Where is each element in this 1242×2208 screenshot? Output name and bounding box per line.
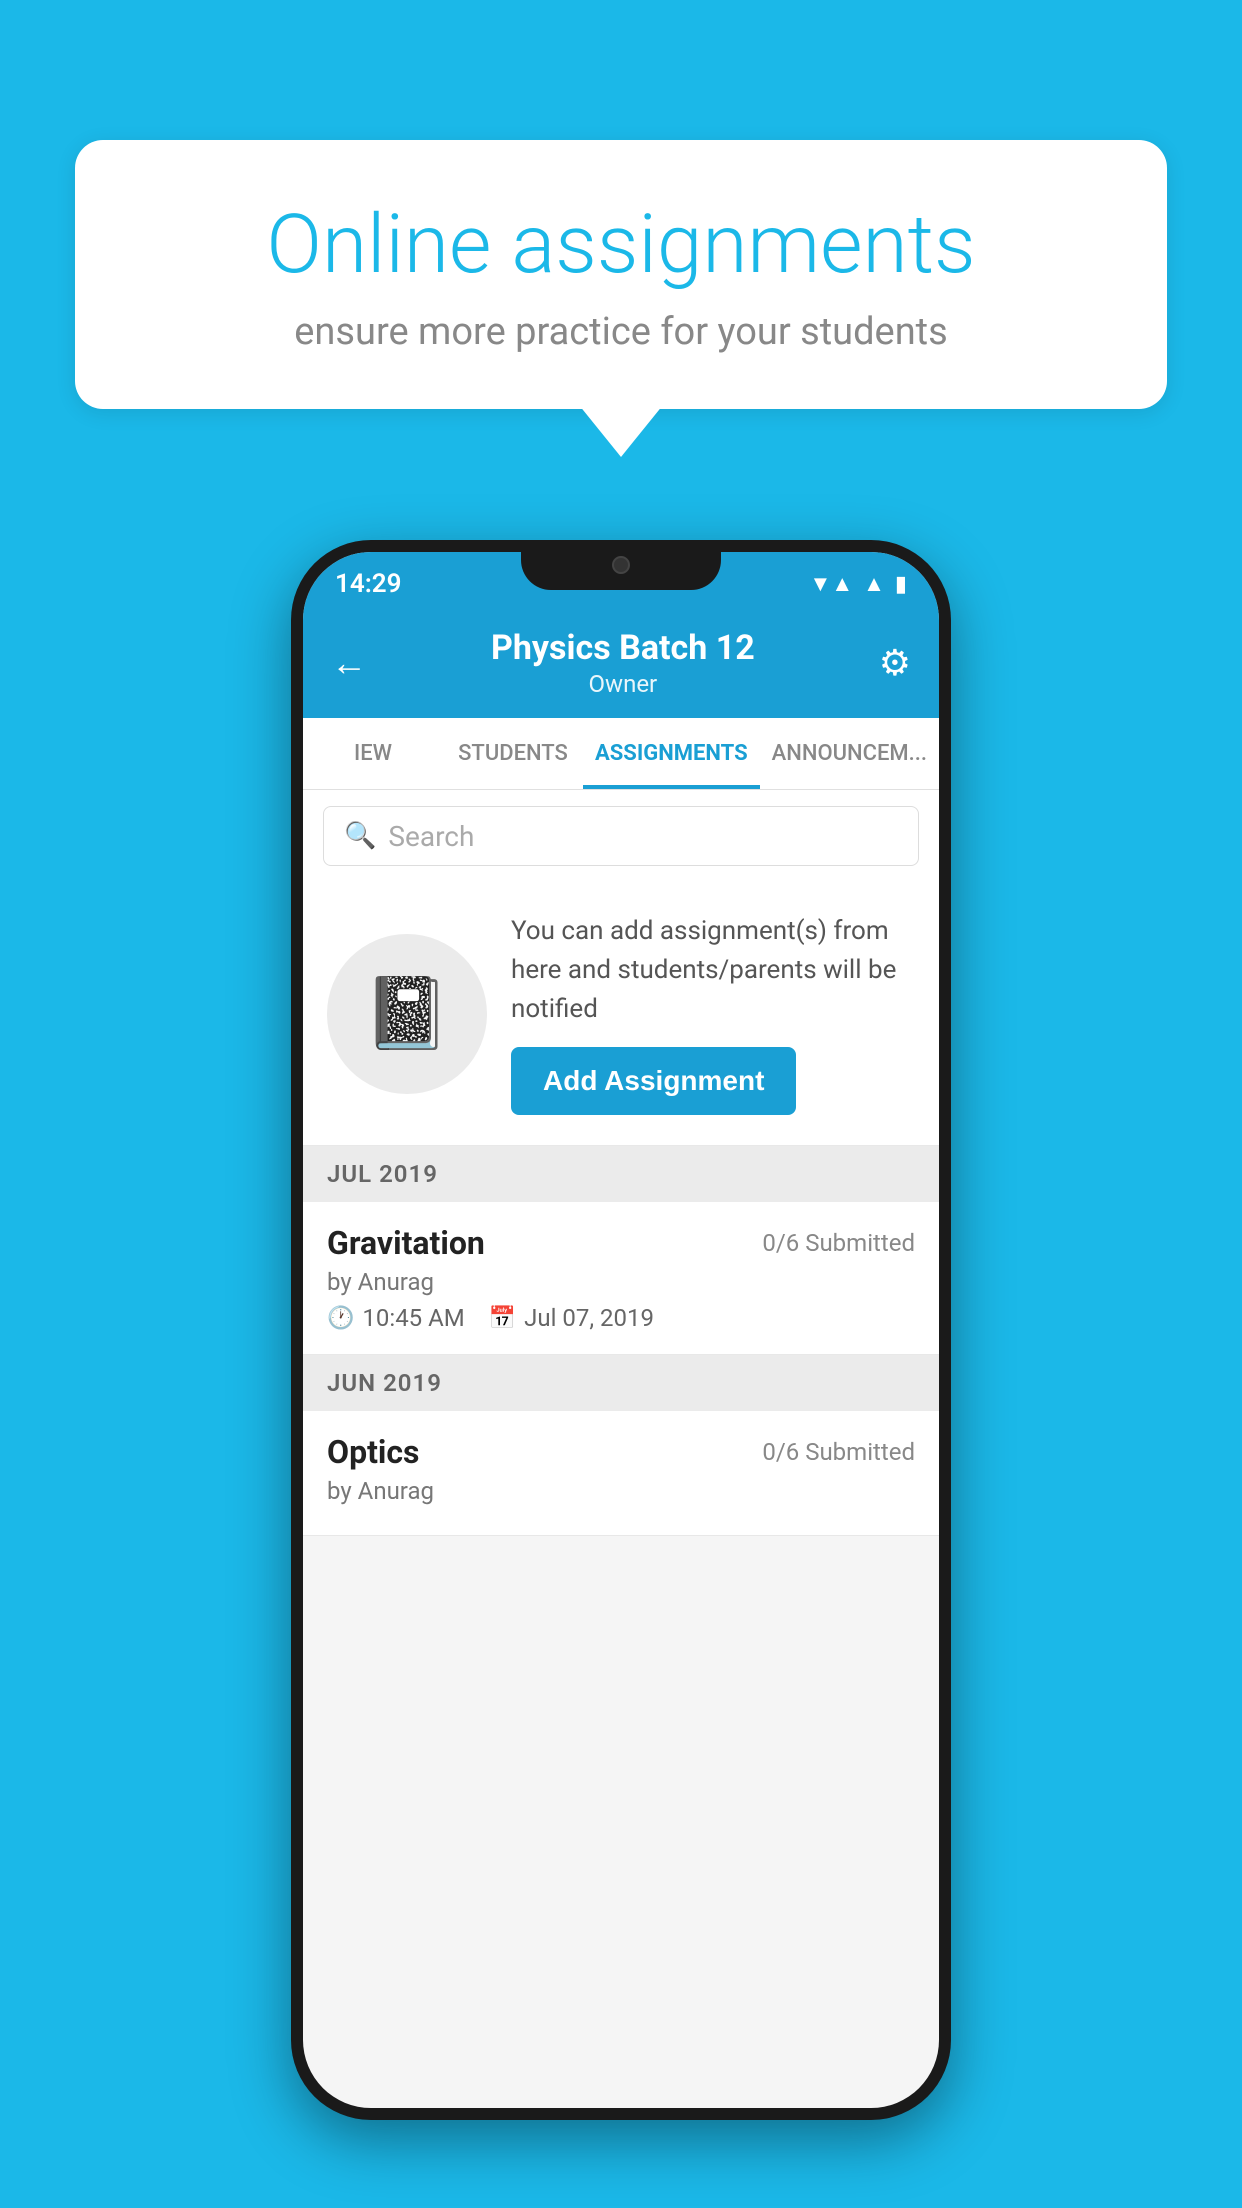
assignment-item-gravitation[interactable]: Gravitation 0/6 Submitted by Anurag 🕐 10… <box>303 1202 939 1355</box>
add-assignment-content: You can add assignment(s) from here and … <box>511 912 915 1115</box>
tab-bar: IEW STUDENTS ASSIGNMENTS ANNOUNCEM... <box>303 718 939 790</box>
signal-icon: ▲ <box>863 571 885 597</box>
add-assignment-section: 📓 You can add assignment(s) from here an… <box>303 882 939 1146</box>
assignment-author-gravitation: by Anurag <box>327 1268 915 1296</box>
phone-notch <box>521 540 721 590</box>
assignment-date-gravitation: 📅 Jul 07, 2019 <box>489 1304 654 1332</box>
tab-announcements[interactable]: ANNOUNCEM... <box>760 718 939 789</box>
tab-assignments[interactable]: ASSIGNMENTS <box>583 718 760 789</box>
search-placeholder: Search <box>388 820 474 853</box>
header-subtitle: Owner <box>367 670 879 698</box>
calendar-icon: 📅 <box>489 1306 516 1331</box>
assignment-row1-optics: Optics 0/6 Submitted <box>327 1433 915 1471</box>
assignment-time-gravitation: 🕐 10:45 AM <box>327 1304 465 1332</box>
phone-frame: 14:29 ▼▲ ▲ ▮ ← Physics Batch 12 Owner ⚙ <box>291 540 951 2120</box>
battery-icon: ▮ <box>895 572 907 597</box>
camera-dot <box>612 556 630 574</box>
assignment-row1: Gravitation 0/6 Submitted <box>327 1224 915 1262</box>
assignment-submitted-optics: 0/6 Submitted <box>762 1438 915 1466</box>
add-assignment-button[interactable]: Add Assignment <box>511 1047 796 1115</box>
assignment-name-optics: Optics <box>327 1433 419 1471</box>
assignment-author-optics: by Anurag <box>327 1477 915 1505</box>
section-label-jun: JUN 2019 <box>327 1369 442 1397</box>
assignment-icon-circle: 📓 <box>327 934 487 1094</box>
assignment-item-optics[interactable]: Optics 0/6 Submitted by Anurag <box>303 1411 939 1536</box>
assignment-name-gravitation: Gravitation <box>327 1224 485 1262</box>
tab-iew[interactable]: IEW <box>303 718 443 789</box>
speech-bubble-title: Online assignments <box>145 200 1097 290</box>
search-icon: 🔍 <box>344 821 376 851</box>
section-header-jun: JUN 2019 <box>303 1355 939 1411</box>
tab-students[interactable]: STUDENTS <box>443 718 583 789</box>
phone-wrapper: 14:29 ▼▲ ▲ ▮ ← Physics Batch 12 Owner ⚙ <box>291 540 951 2120</box>
back-button[interactable]: ← <box>331 642 367 684</box>
settings-icon[interactable]: ⚙ <box>879 642 911 684</box>
section-label-jul: JUL 2019 <box>327 1160 438 1188</box>
clock-icon: 🕐 <box>327 1306 354 1331</box>
assignment-submitted-gravitation: 0/6 Submitted <box>762 1229 915 1257</box>
status-time: 14:29 <box>335 569 402 599</box>
status-icons: ▼▲ ▲ ▮ <box>810 571 907 597</box>
speech-bubble-subtitle: ensure more practice for your students <box>145 310 1097 354</box>
speech-bubble-container: Online assignments ensure more practice … <box>75 140 1167 409</box>
app-header: ← Physics Batch 12 Owner ⚙ <box>303 608 939 718</box>
header-title: Physics Batch 12 <box>367 628 879 668</box>
wifi-icon: ▼▲ <box>810 571 854 597</box>
notebook-icon: 📓 <box>363 973 450 1055</box>
speech-bubble: Online assignments ensure more practice … <box>75 140 1167 409</box>
header-center: Physics Batch 12 Owner <box>367 628 879 698</box>
section-header-jul: JUL 2019 <box>303 1146 939 1202</box>
search-bar[interactable]: 🔍 Search <box>323 806 919 866</box>
search-container: 🔍 Search <box>303 790 939 882</box>
add-assignment-text: You can add assignment(s) from here and … <box>511 912 915 1029</box>
assignment-meta-gravitation: 🕐 10:45 AM 📅 Jul 07, 2019 <box>327 1304 915 1332</box>
phone-screen: 14:29 ▼▲ ▲ ▮ ← Physics Batch 12 Owner ⚙ <box>303 552 939 2108</box>
